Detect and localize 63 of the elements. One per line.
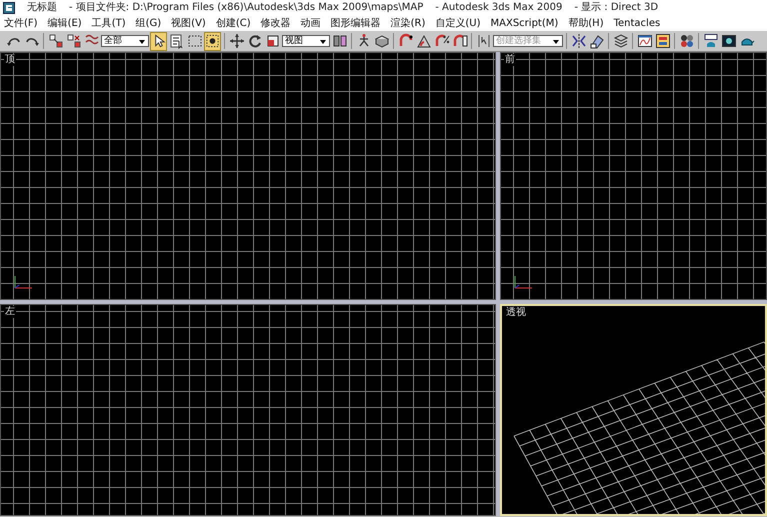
- grid-viewport[interactable]: 顶: [0, 52, 496, 300]
- grid-viewport[interactable]: 左: [0, 304, 496, 516]
- toolbar-button[interactable]: [47, 32, 64, 50]
- toolbar-button[interactable]: [612, 32, 629, 50]
- named-selection-icon: [476, 33, 492, 49]
- toolbar-button[interactable]: [204, 32, 221, 50]
- percent-snap-icon: [434, 33, 450, 49]
- caret-icon: [137, 37, 147, 46]
- app-name: - Autodesk 3ds Max 2009: [435, 1, 562, 15]
- dropdown-field[interactable]: 视图: [282, 35, 330, 47]
- menu-item[interactable]: 自定义(U): [434, 16, 482, 30]
- menu-item[interactable]: 图形编辑器: [330, 16, 382, 30]
- menu-item[interactable]: 文件(F): [3, 16, 39, 30]
- caret-icon: [551, 37, 561, 46]
- scale-icon: [264, 33, 280, 49]
- menu-item[interactable]: 帮助(H): [567, 16, 605, 30]
- window-crossing-icon: [205, 33, 220, 49]
- window-title: 无标题: [27, 0, 57, 15]
- menu-item[interactable]: 组(G): [134, 16, 162, 30]
- move-icon: [228, 33, 244, 49]
- viewport-label[interactable]: 左: [4, 306, 16, 318]
- align-icon: [588, 33, 604, 49]
- menu-item[interactable]: 动画: [300, 16, 322, 30]
- rendered-frame-icon: [720, 33, 736, 49]
- menu-item[interactable]: 创建(C): [214, 16, 252, 30]
- axis-tripod-icon: [13, 275, 33, 289]
- curve-editor-icon: [636, 33, 652, 49]
- toolbar-button[interactable]: [228, 32, 245, 50]
- grid-viewport[interactable]: 前: [500, 52, 767, 300]
- menu-item[interactable]: 视图(V): [170, 16, 207, 30]
- snap-icon: [398, 33, 414, 49]
- axis-tripod-icon: [513, 275, 533, 289]
- toolbar-button[interactable]: [654, 32, 671, 50]
- schematic-view-icon: [654, 33, 670, 49]
- render-setup-icon: [702, 33, 718, 49]
- viewport-label[interactable]: 透视: [505, 307, 527, 319]
- menu-item[interactable]: 编辑(E): [46, 16, 83, 30]
- material-spheres-icon: [678, 33, 694, 49]
- rectangle-selection-icon: [186, 33, 202, 49]
- perspective-viewport[interactable]: 透视: [500, 304, 767, 516]
- viewport-label[interactable]: 前: [504, 54, 516, 66]
- link-icon: [48, 33, 64, 49]
- viewport-label[interactable]: 顶: [4, 54, 16, 66]
- menu-item[interactable]: 渲染(R): [390, 16, 426, 30]
- toolbar-button[interactable]: [168, 32, 185, 50]
- display-driver: - 显示 : Direct 3D: [574, 1, 658, 15]
- dropdown-field[interactable]: 全部: [101, 35, 149, 47]
- project-folder-path: - 项目文件夹: D:\Program Files (x86)\Autodesk\3ds Max 2009\maps\MAP: [69, 0, 424, 15]
- toolbar-button[interactable]: [65, 32, 82, 50]
- menu-item[interactable]: 修改器: [260, 16, 292, 30]
- toolbar-button[interactable]: [570, 32, 587, 50]
- spinner-snap-icon: [452, 33, 468, 49]
- mirror-icon: [570, 33, 586, 49]
- layers-icon: [612, 33, 628, 49]
- unlink-icon: [66, 33, 82, 49]
- select-by-name-icon: [168, 33, 184, 49]
- menu-item[interactable]: 工具(T): [90, 16, 127, 30]
- caret-icon: [318, 37, 328, 46]
- toolbar-button[interactable]: [150, 32, 167, 50]
- menu-item[interactable]: MAXScript(M): [490, 16, 560, 30]
- menu-item[interactable]: Tentacles: [612, 16, 662, 30]
- angle-snap-icon: [416, 33, 432, 49]
- rotate-icon: [246, 33, 262, 49]
